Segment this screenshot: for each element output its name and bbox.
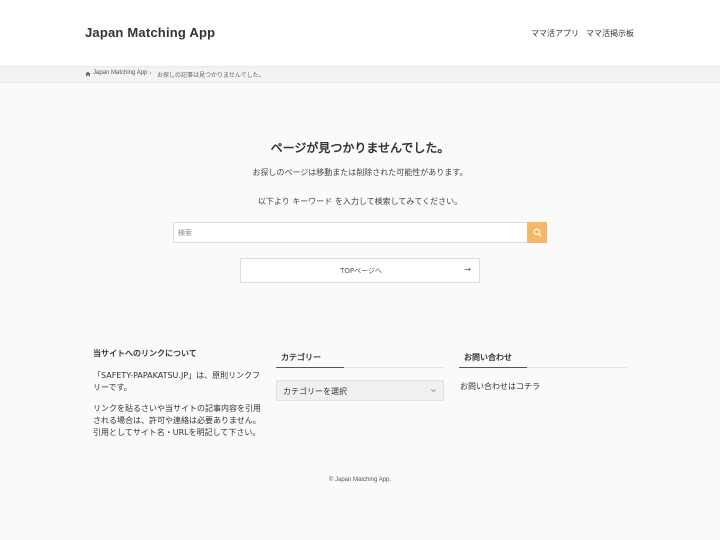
copyright: © Japan Matching App. (328, 477, 392, 483)
nav-item-mama-app[interactable]: ママ活アプリ (531, 28, 579, 39)
nav-item-mama-board[interactable]: ママ活掲示板 (586, 28, 634, 39)
search-input[interactable] (174, 223, 528, 242)
search-form (173, 222, 547, 243)
link-policy-text: 「SAFETY-PAPAKATSU.JP」は、原則リンクフリーです。 (93, 371, 261, 392)
chevron-down-icon (431, 389, 436, 393)
link-policy-title: 当サイトへのリンクについて (93, 349, 197, 358)
search-icon (533, 228, 542, 237)
arrow-right-icon: → (464, 265, 471, 274)
breadcrumb-separator: › (149, 69, 152, 77)
page-title: ページが見つかりませんでした。 (270, 141, 450, 155)
top-page-button-label: TOPページへ (340, 267, 382, 275)
not-found-message: お探しのページは移動または削除された可能性があります。 (252, 168, 468, 177)
search-instruction: 以下より キーワード を入力して検索してみてください。 (257, 197, 463, 206)
category-select[interactable]: カテゴリーを選択 (276, 380, 444, 401)
category-select-value: カテゴリーを選択 (283, 387, 347, 396)
category-title-underline (276, 366, 444, 368)
site-title[interactable]: Japan Matching App (85, 25, 215, 40)
search-button[interactable] (527, 222, 547, 243)
breadcrumb-current: お探しの記事は見つかりませんでした。 (157, 72, 265, 79)
link-policy-quote-text: リンクを貼るさいや当サイトの記事内容を引用される場合は、許可や連絡は必要ありませ… (93, 404, 261, 437)
contact-title-underline (459, 366, 627, 368)
contact-widget-title: お問い合わせ (464, 353, 512, 362)
contact-link[interactable]: お問い合わせはコチラ (460, 381, 540, 392)
top-page-button[interactable]: TOPページへ → (240, 258, 480, 283)
site-header: Japan Matching App ママ活アプリ ママ活掲示板 (0, 0, 720, 66)
category-widget-title: カテゴリー (281, 353, 321, 362)
home-icon (85, 71, 91, 77)
breadcrumb-home-link[interactable]: Japan Matching App (93, 70, 147, 76)
breadcrumb: Japan Matching App › お探しの記事は見つかりませんでした。 (0, 66, 720, 83)
